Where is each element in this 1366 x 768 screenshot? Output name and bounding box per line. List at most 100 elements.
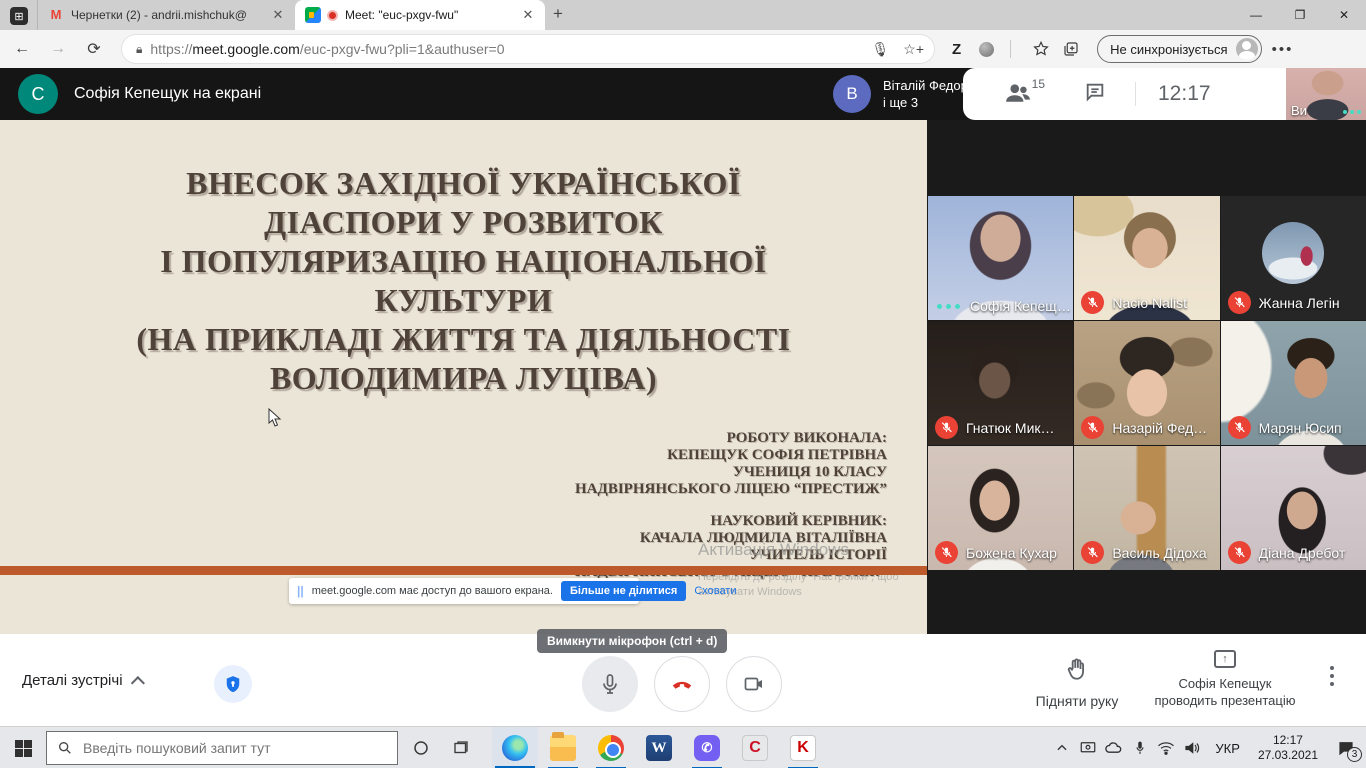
mic-muted-icon xyxy=(1228,291,1251,314)
participant-tile[interactable]: Діана Дребот xyxy=(1221,446,1366,570)
onedrive-icon[interactable] xyxy=(1101,727,1127,768)
refresh-button[interactable]: ⟳ xyxy=(80,35,108,63)
divider xyxy=(1010,40,1011,58)
present-screen-icon: ↑ xyxy=(1214,650,1236,668)
participant-tile[interactable]: Василь Дідоха xyxy=(1074,446,1219,570)
share-notice-text: meet.google.com має доступ до вашого екр… xyxy=(312,585,553,597)
mute-mic-button[interactable] xyxy=(582,656,638,712)
tab-gmail[interactable]: M Чернетки (2) - andrii.mishchuk@ ✕ xyxy=(37,0,295,30)
taskbar-app-file-explorer[interactable] xyxy=(540,727,586,768)
windows-activation-watermark: Активація Windows xyxy=(698,540,849,560)
mic-muted-icon xyxy=(935,541,958,564)
microphone-icon xyxy=(598,672,622,696)
camera-button[interactable] xyxy=(726,656,782,712)
file-explorer-icon xyxy=(550,735,576,761)
close-window-button[interactable]: ✕ xyxy=(1322,0,1366,30)
microphone-tray-icon[interactable] xyxy=(1127,727,1153,768)
forward-button[interactable]: → xyxy=(44,35,72,63)
participant-name: Божена Кухар xyxy=(966,545,1057,561)
meeting-safety-button[interactable] xyxy=(214,665,252,703)
participant-name: Гнатюк Мик… xyxy=(966,420,1055,436)
task-view-button[interactable] xyxy=(442,727,480,768)
mic-muted-icon xyxy=(935,416,958,439)
slide-accent-bar xyxy=(0,566,927,575)
meeting-details-button[interactable]: Деталі зустрічі xyxy=(22,672,145,689)
camera-icon xyxy=(742,672,766,696)
tab-title: Чернетки (2) - andrii.mishchuk@ xyxy=(71,8,263,22)
browser-tab-strip: ⊞ M Чернетки (2) - andrii.mishchuk@ ✕ Me… xyxy=(0,0,1366,30)
tab-meet[interactable]: Meet: "euc-pxgv-fwu" ✕ xyxy=(295,0,545,30)
action-center-button[interactable]: 3 xyxy=(1326,727,1366,768)
hide-notice-link[interactable]: Сховати xyxy=(694,585,736,597)
favorites-icon[interactable] xyxy=(1029,37,1053,61)
tab-title: Meet: "euc-pxgv-fwu" xyxy=(345,8,513,22)
address-bar[interactable]: 🔒︎ https://meet.google.com/euc-pxgv-fwu?… xyxy=(122,35,934,63)
volume-icon[interactable] xyxy=(1179,727,1205,768)
workspaces-icon[interactable]: ⊞ xyxy=(10,7,28,25)
presentation-status[interactable]: ↑ Софія Кепещук проводить презентацію xyxy=(1150,650,1300,708)
participant-tile[interactable]: Гнатюк Мик… xyxy=(928,321,1073,445)
profile-button[interactable]: Не синхронізується xyxy=(1097,35,1261,63)
raise-hand-button[interactable]: Підняти руку xyxy=(1032,656,1122,709)
selfview-menu-icon[interactable] xyxy=(1343,110,1361,114)
participant-tile[interactable]: Жанна Легін xyxy=(1221,196,1366,320)
gmail-icon: M xyxy=(48,7,64,23)
participant-tile[interactable]: Софія Кепещ… xyxy=(928,196,1073,320)
add-favorite-icon[interactable]: ☆+ xyxy=(903,41,924,58)
pinned-participant[interactable]: B Віталій Федорук і ще 3 xyxy=(833,75,980,113)
search-input[interactable] xyxy=(83,740,363,756)
edge-icon xyxy=(502,735,528,761)
mic-muted-icon xyxy=(1081,541,1104,564)
close-tab-icon[interactable]: ✕ xyxy=(519,6,537,24)
chrome-icon xyxy=(598,735,624,761)
taskbar-app-viber[interactable]: ✆ xyxy=(684,727,730,768)
cortana-button[interactable] xyxy=(402,727,440,768)
participant-tile[interactable]: Nacio Nalist xyxy=(1074,196,1219,320)
browser-menu-icon[interactable]: ••• xyxy=(1272,41,1294,58)
pause-icon: || xyxy=(297,584,304,598)
cast-icon[interactable] xyxy=(1075,727,1101,768)
wifi-icon[interactable] xyxy=(1153,727,1179,768)
leave-call-button[interactable] xyxy=(654,656,710,712)
start-button[interactable] xyxy=(0,727,46,768)
extension-icon[interactable] xyxy=(979,42,994,57)
taskbar-search[interactable] xyxy=(46,731,398,765)
language-indicator[interactable]: УКР xyxy=(1205,741,1250,756)
participant-tile[interactable]: Божена Кухар xyxy=(928,446,1073,570)
selfview-tile[interactable]: Ви xyxy=(1286,68,1366,122)
voice-search-icon[interactable]: 🎙︎ xyxy=(871,41,889,58)
chat-button[interactable] xyxy=(1083,81,1107,108)
speaking-indicator-icon xyxy=(937,304,960,309)
participant-tile[interactable]: Марян Юсип xyxy=(1221,321,1366,445)
back-button[interactable]: ← xyxy=(8,35,36,63)
hand-icon xyxy=(1064,656,1090,682)
shield-lock-icon xyxy=(223,674,243,694)
shared-screen-slide: ВНЕСОК ЗАХІДНОЇ УКРАЇНСЬКОЇ ДІАСПОРИ У Р… xyxy=(0,120,927,634)
stop-sharing-button[interactable]: Більше не ділитися xyxy=(561,581,686,601)
taskbar-app-word[interactable]: W xyxy=(636,727,682,768)
collections-icon[interactable] xyxy=(1059,37,1083,61)
taskbar-time: 12:17 xyxy=(1258,733,1318,748)
close-tab-icon[interactable]: ✕ xyxy=(269,6,287,24)
restore-button[interactable]: ❐ xyxy=(1278,0,1322,30)
browser-toolbar: ← → ⟳ 🔒︎ https://meet.google.com/euc-pxg… xyxy=(0,30,1366,68)
participant-name: Nacio Nalist xyxy=(1112,295,1187,311)
pinned-avatar: B xyxy=(833,75,871,113)
participants-button[interactable]: 15 xyxy=(1005,81,1031,108)
presenter-avatar: C xyxy=(18,74,58,114)
presenting-banner: C Софія Кепещук на екрані xyxy=(18,74,261,114)
extension-z-icon[interactable]: Z xyxy=(952,41,961,58)
hidden-icons-chevron[interactable] xyxy=(1049,727,1075,768)
taskbar-app-edge[interactable] xyxy=(492,727,538,768)
more-options-icon[interactable] xyxy=(1330,666,1334,686)
taskbar-app-red[interactable]: C xyxy=(732,727,778,768)
participants-panel: Софія Кепещ… Nacio Nalist Жанна Легін Гн… xyxy=(927,120,1366,634)
participant-tile[interactable]: Назарій Фед… xyxy=(1074,321,1219,445)
hangup-icon xyxy=(669,671,695,697)
taskbar-clock[interactable]: 12:17 27.03.2021 xyxy=(1250,733,1326,763)
taskbar-app-k[interactable]: K xyxy=(780,727,826,768)
taskbar-app-chrome[interactable] xyxy=(588,727,634,768)
selfview-label: Ви xyxy=(1291,103,1307,118)
minimize-button[interactable]: — xyxy=(1234,0,1278,30)
new-tab-button[interactable]: + xyxy=(553,4,563,24)
